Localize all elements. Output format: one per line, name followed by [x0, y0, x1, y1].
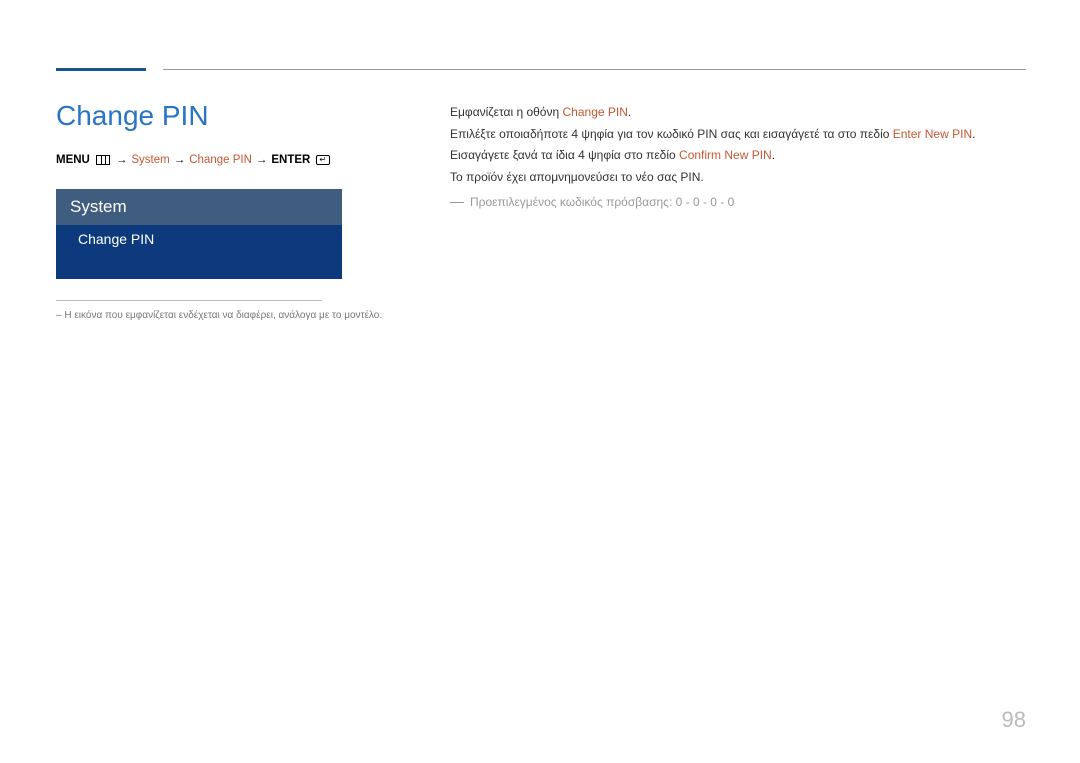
- highlight-enter-new-pin: Enter New PIN: [893, 127, 972, 141]
- content-line-1: Εμφανίζεται η οθόνη Change PIN.: [450, 102, 1026, 122]
- highlight-confirm-new-pin: Confirm New PIN: [679, 148, 772, 162]
- footnote-divider: [56, 300, 322, 301]
- text-fragment: Εμφανίζεται η οθόνη: [450, 105, 563, 119]
- breadcrumb: MENU → System → Change PIN → ENTER: [56, 154, 330, 166]
- breadcrumb-arrow: →: [116, 154, 128, 166]
- content-body: Εμφανίζεται η οθόνη Change PIN. Επιλέξτε…: [450, 102, 1026, 212]
- menu-header: System: [56, 189, 342, 225]
- content-line-2: Επιλέξτε οποιαδήποτε 4 ψηφία για τον κωδ…: [450, 124, 1026, 165]
- highlight-change-pin: Change PIN: [563, 105, 628, 119]
- page-title: Change PIN: [56, 100, 209, 132]
- note-line: Προεπιλεγμένος κωδικός πρόσβασης: 0 - 0 …: [450, 192, 1026, 212]
- top-accent-bar: [56, 68, 146, 71]
- note-text: Προεπιλεγμένος κωδικός πρόσβασης: 0 - 0 …: [470, 192, 734, 212]
- text-fragment: Επιλέξτε οποιαδήποτε 4 ψηφία για τον κωδ…: [450, 127, 893, 141]
- note-dash-icon: [450, 202, 464, 203]
- breadcrumb-menu-label: MENU: [56, 154, 90, 166]
- enter-icon: [316, 155, 330, 165]
- breadcrumb-arrow: →: [174, 154, 186, 166]
- menu-item-empty: [56, 253, 342, 279]
- text-fragment: .: [772, 148, 775, 162]
- breadcrumb-system: System: [131, 154, 169, 166]
- top-divider-line: [163, 69, 1026, 70]
- content-line-3: Το προϊόν έχει απομνημονεύσει το νέο σας…: [450, 167, 1026, 187]
- menu-box: System Change PIN: [56, 189, 342, 279]
- text-fragment: .: [628, 105, 631, 119]
- menu-icon: [96, 155, 110, 165]
- breadcrumb-arrow: →: [256, 154, 268, 166]
- page-number: 98: [1002, 707, 1026, 733]
- breadcrumb-change-pin: Change PIN: [189, 154, 252, 166]
- breadcrumb-enter-label: ENTER: [271, 154, 310, 166]
- menu-item-change-pin: Change PIN: [56, 225, 342, 253]
- footnote-text: – Η εικόνα που εμφανίζεται ενδέχεται να …: [56, 310, 382, 321]
